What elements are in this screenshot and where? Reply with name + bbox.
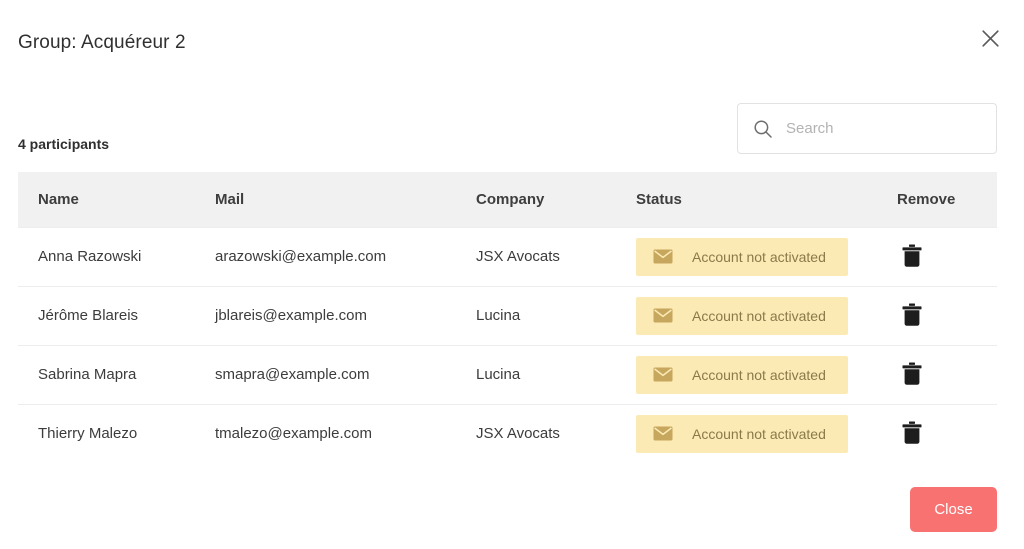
status-badge: Account not activated xyxy=(636,414,848,453)
column-header-status: Status xyxy=(616,172,877,227)
envelope-icon xyxy=(652,423,674,445)
page-title: Group: Acquéreur 2 xyxy=(18,32,186,53)
participants-count: 4 participants xyxy=(18,136,110,152)
column-header-name: Name xyxy=(18,172,195,227)
cell-mail: arazowski@example.com xyxy=(195,226,456,286)
cell-mail: smapra@example.com xyxy=(195,344,456,404)
column-header-remove: Remove xyxy=(877,172,997,227)
cell-status: Account not activated xyxy=(616,344,877,404)
search-icon xyxy=(752,118,774,140)
cell-status: Account not activated xyxy=(616,403,877,463)
participants-table: Name Mail Company Status Remove Anna Raz… xyxy=(18,172,997,463)
table-header-row: Name Mail Company Status Remove xyxy=(18,172,997,227)
table-row: Thierry Malezo tmalezo@example.com JSX A… xyxy=(18,403,997,463)
cell-company: Lucina xyxy=(456,285,616,345)
search-input[interactable] xyxy=(784,104,987,153)
cell-mail: jblareis@example.com xyxy=(195,285,456,345)
status-badge: Account not activated xyxy=(636,237,848,276)
trash-icon[interactable] xyxy=(897,241,927,271)
close-icon[interactable] xyxy=(972,20,1008,56)
trash-icon[interactable] xyxy=(897,418,927,448)
cell-mail: tmalezo@example.com xyxy=(195,403,456,463)
table-row: Anna Razowski arazowski@example.com JSX … xyxy=(18,226,997,286)
cell-name: Anna Razowski xyxy=(18,226,195,286)
cell-status: Account not activated xyxy=(616,285,877,345)
table-row: Jérôme Blareis jblareis@example.com Luci… xyxy=(18,285,997,345)
trash-icon[interactable] xyxy=(897,300,927,330)
cell-remove xyxy=(877,403,997,463)
status-badge-label: Account not activated xyxy=(692,425,826,442)
cell-company: Lucina xyxy=(456,344,616,404)
status-badge: Account not activated xyxy=(636,296,848,335)
status-badge-label: Account not activated xyxy=(692,248,826,265)
column-header-mail: Mail xyxy=(195,172,456,227)
group-participants-dialog: Group: Acquéreur 2 4 participants Name M… xyxy=(0,0,1024,549)
cell-company: JSX Avocats xyxy=(456,226,616,286)
status-badge: Account not activated xyxy=(636,355,848,394)
cell-company: JSX Avocats xyxy=(456,403,616,463)
cell-remove xyxy=(877,344,997,404)
cell-status: Account not activated xyxy=(616,226,877,286)
status-badge-label: Account not activated xyxy=(692,366,826,383)
column-header-company: Company xyxy=(456,172,616,227)
status-badge-label: Account not activated xyxy=(692,307,826,324)
trash-icon[interactable] xyxy=(897,359,927,389)
cell-name: Thierry Malezo xyxy=(18,403,195,463)
cell-remove xyxy=(877,285,997,345)
search-box[interactable] xyxy=(737,103,997,154)
cell-name: Sabrina Mapra xyxy=(18,344,195,404)
envelope-icon xyxy=(652,364,674,386)
envelope-icon xyxy=(652,305,674,327)
table-row: Sabrina Mapra smapra@example.com Lucina xyxy=(18,344,997,404)
cell-remove xyxy=(877,226,997,286)
close-button[interactable]: Close xyxy=(910,487,997,532)
envelope-icon xyxy=(652,246,674,268)
cell-name: Jérôme Blareis xyxy=(18,285,195,345)
